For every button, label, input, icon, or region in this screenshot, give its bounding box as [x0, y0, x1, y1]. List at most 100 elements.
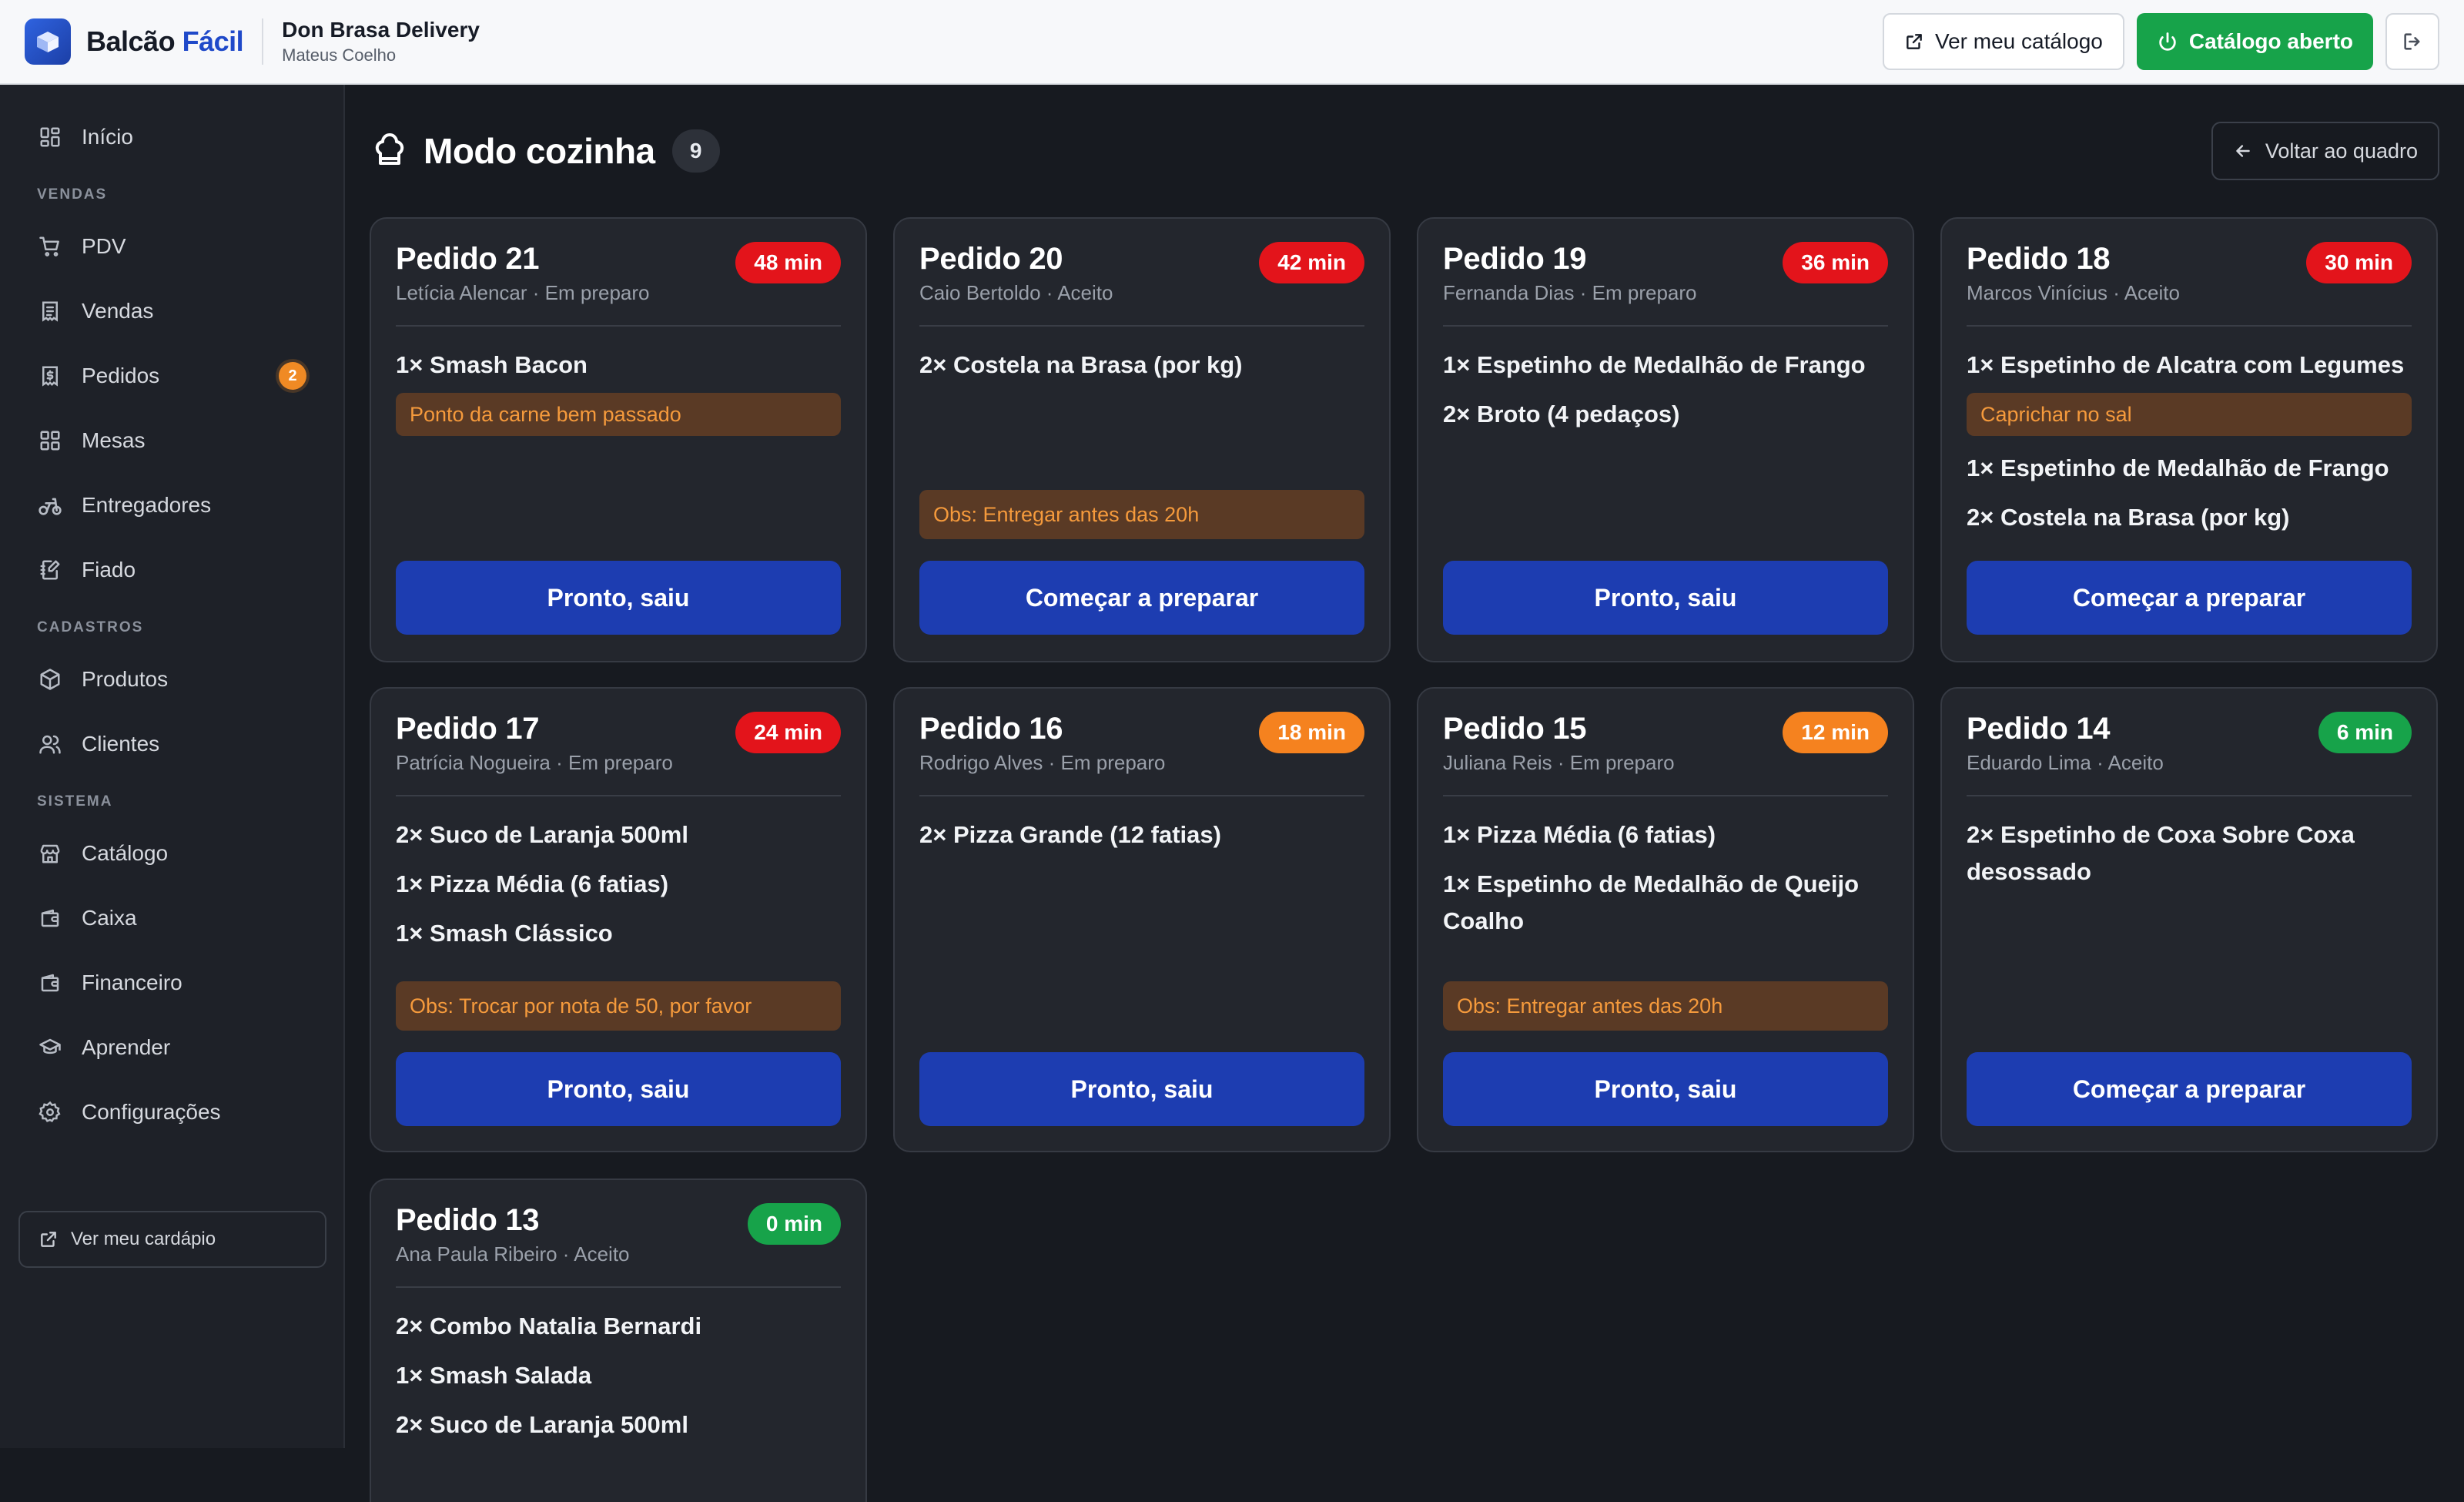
- order-customer-status: Letícia Alencar · Em preparo: [396, 281, 650, 304]
- wallet-icon: [37, 905, 63, 931]
- sidebar-item-fiado[interactable]: Fiado: [0, 538, 343, 602]
- order-card: Pedido 14 Eduardo Lima · Aceito 6 min 2×…: [1940, 687, 2438, 1152]
- order-action-button[interactable]: Pronto, saiu: [396, 561, 841, 635]
- sidebar-item-caixa[interactable]: Caixa: [0, 886, 343, 950]
- sidebar-item-mesas[interactable]: Mesas: [0, 408, 343, 473]
- gear-icon: [37, 1099, 63, 1125]
- back-to-board-button[interactable]: Voltar ao quadro: [2211, 122, 2439, 180]
- divider: [396, 325, 841, 327]
- order-customer-status: Marcos Vinícius · Aceito: [1967, 281, 2180, 304]
- sidebar-item-aprender[interactable]: Aprender: [0, 1015, 343, 1080]
- sidebar-item-catalogo[interactable]: Catálogo: [0, 821, 343, 886]
- sidebar-item-label: Financeiro: [82, 971, 182, 994]
- order-action-button[interactable]: Começar a preparar: [1967, 561, 2412, 635]
- grid-icon: [37, 124, 63, 150]
- sidebar: Início VENDAS PDV Vendas Pedidos 2 Mesas…: [0, 85, 345, 1448]
- order-item: 2× Pizza Grande (12 fatias): [919, 821, 1221, 848]
- sidebar-item-label: Catálogo: [82, 841, 169, 865]
- order-item: 2× Suco de Laranja 500ml: [396, 821, 688, 848]
- sidebar-item-pedidos[interactable]: Pedidos 2: [0, 344, 343, 408]
- sidebar-item-label: Caixa: [82, 906, 137, 930]
- order-customer-status: Ana Paula Ribeiro · Aceito: [396, 1242, 630, 1266]
- sidebar-item-financeiro[interactable]: Financeiro: [0, 950, 343, 1015]
- users-icon: [37, 731, 63, 757]
- page-header: Modo cozinha 9 Voltar ao quadro: [370, 85, 2441, 217]
- elapsed-time-badge: 30 min: [2306, 242, 2412, 283]
- store-name: Don Brasa Delivery: [282, 18, 480, 42]
- order-action-button[interactable]: Começar a preparar: [1967, 1052, 2412, 1126]
- dollar-receipt-icon: [37, 363, 63, 389]
- order-item: 1× Smash Clássico: [396, 920, 613, 947]
- elapsed-time-badge: 12 min: [1783, 712, 1888, 753]
- order-title: Pedido 20: [919, 242, 1063, 276]
- sidebar-item-label: Aprender: [82, 1035, 171, 1059]
- sidebar-item-label: Pedidos: [82, 364, 160, 387]
- order-action-button[interactable]: Começar a preparar: [919, 561, 1364, 635]
- order-title: Pedido 15: [1443, 712, 1587, 746]
- order-count-badge: 9: [671, 129, 720, 173]
- order-card: Pedido 20 Caio Bertoldo · Aceito 42 min …: [893, 217, 1391, 662]
- view-catalog-button[interactable]: Ver meu catálogo: [1882, 13, 2124, 70]
- power-icon: [2159, 32, 2176, 51]
- sidebar-item-produtos[interactable]: Produtos: [0, 647, 343, 712]
- sidebar-item-label: Produtos: [82, 667, 169, 691]
- sidebar-item-pdv[interactable]: PDV: [0, 214, 343, 279]
- order-item: 1× Espetinho de Alcatra com Legumes: [1967, 351, 2405, 378]
- order-customer-status: Caio Bertoldo · Aceito: [919, 281, 1113, 304]
- divider: [1967, 795, 2412, 796]
- elapsed-time-badge: 6 min: [2318, 712, 2412, 753]
- logout-icon: [2404, 33, 2420, 50]
- brand-name: Balcão Fácil: [86, 25, 244, 57]
- sidebar-item-entregadores[interactable]: Entregadores: [0, 473, 343, 538]
- receipt-icon: [37, 298, 63, 324]
- order-action-button[interactable]: Pronto, saiu: [1443, 561, 1888, 635]
- catalog-status-button[interactable]: Catálogo aberto: [2136, 13, 2373, 70]
- sidebar-item-label: Vendas: [82, 299, 154, 323]
- view-menu-button[interactable]: Ver meu cardápio: [18, 1211, 326, 1268]
- order-action-button[interactable]: Pronto, saiu: [396, 1052, 841, 1126]
- graduation-cap-icon: [37, 1034, 63, 1061]
- order-card: Pedido 19 Fernanda Dias · Em preparo 36 …: [1417, 217, 1914, 662]
- order-item: 2× Broto (4 pedaços): [1443, 401, 1680, 427]
- order-action-button[interactable]: Pronto, saiu: [919, 1052, 1364, 1126]
- grid-icon: [37, 427, 63, 454]
- divider: [1443, 325, 1888, 327]
- sidebar-item-label: Configurações: [82, 1100, 221, 1124]
- order-item: 1× Espetinho de Medalhão de Queijo Coalh…: [1443, 870, 1860, 934]
- divider: [262, 18, 264, 65]
- order-card: Pedido 15 Juliana Reis · Em preparo 12 m…: [1417, 687, 1914, 1152]
- elapsed-time-badge: 24 min: [735, 712, 841, 753]
- order-customer-status: Fernanda Dias · Em preparo: [1443, 281, 1697, 304]
- order-title: Pedido 16: [919, 712, 1063, 746]
- order-title: Pedido 14: [1967, 712, 2111, 746]
- sidebar-item-clientes[interactable]: Clientes: [0, 712, 343, 776]
- divider: [396, 1286, 841, 1288]
- order-card: Pedido 18 Marcos Vinícius · Aceito 30 mi…: [1940, 217, 2438, 662]
- notebook-icon: [37, 557, 63, 583]
- box-icon: [37, 666, 63, 692]
- back-to-board-label: Voltar ao quadro: [2265, 139, 2418, 163]
- store-owner: Mateus Coelho: [282, 45, 397, 65]
- divider: [919, 325, 1364, 327]
- order-item: 1× Espetinho de Medalhão de Frango: [1443, 351, 1866, 378]
- order-title: Pedido 19: [1443, 242, 1587, 276]
- sidebar-item-vendas[interactable]: Vendas: [0, 279, 343, 344]
- elapsed-time-badge: 36 min: [1783, 242, 1888, 283]
- order-item: 1× Smash Salada: [396, 1362, 592, 1389]
- divider: [396, 795, 841, 796]
- external-link-icon: [41, 1232, 56, 1247]
- sidebar-item-inicio[interactable]: Início: [0, 105, 343, 169]
- app-logo-icon[interactable]: [25, 18, 71, 65]
- elapsed-time-badge: 42 min: [1259, 242, 1364, 283]
- sidebar-item-configuracoes[interactable]: Configurações: [0, 1080, 343, 1145]
- store-icon: [37, 840, 63, 867]
- chef-hat-icon: [375, 133, 404, 165]
- divider: [1443, 795, 1888, 796]
- elapsed-time-badge: 48 min: [735, 242, 841, 283]
- order-observation: Obs: Entregar antes das 20h: [1443, 981, 1888, 1031]
- bike-icon: [37, 492, 63, 518]
- order-card: Pedido 13 Ana Paula Ribeiro · Aceito 0 m…: [370, 1178, 867, 1502]
- order-action-button[interactable]: Pronto, saiu: [1443, 1052, 1888, 1126]
- sidebar-item-label: Início: [82, 125, 133, 149]
- logout-button[interactable]: [2385, 13, 2439, 70]
